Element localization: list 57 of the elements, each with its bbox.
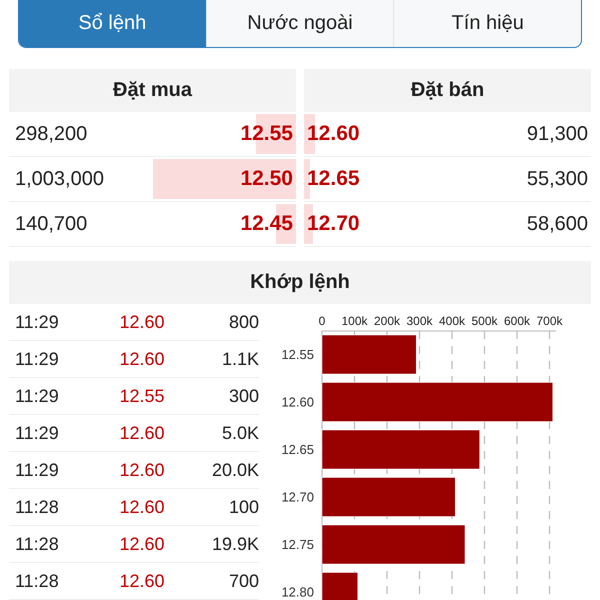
price-label: 12.65 (281, 442, 314, 457)
axis-tick-label: 0 (318, 314, 326, 328)
section-header: Khớp lệnh (9, 261, 591, 304)
ask-price: 12.65 (306, 167, 361, 191)
price-label: 12.70 (281, 490, 314, 504)
bid-volume: 1,003,000 (14, 168, 105, 190)
trade-volume: 700 (228, 570, 259, 592)
axis-tick-label: 100k (341, 314, 368, 328)
trade-price: 12.60 (118, 460, 166, 480)
trade-price: 12.60 (118, 348, 166, 370)
trade-price: 12.60 (118, 422, 166, 444)
price-label: 12.75 (281, 537, 314, 552)
ask-volume: 55,300 (526, 168, 589, 190)
trade-time: 11:29 (15, 312, 60, 332)
trade-price: 12.60 (118, 534, 166, 554)
trade-time: 11:28 (15, 496, 60, 518)
price-label: 12.60 (281, 394, 314, 410)
axis-tick-label: 200k (374, 314, 400, 328)
trade-volume: 20.0K (210, 460, 259, 480)
trade-volume: 19.9K (210, 534, 259, 554)
bid-volume: 298,200 (14, 122, 88, 146)
trade-time: 11:28 (15, 570, 60, 592)
column-header: Đặt bán (304, 69, 591, 112)
trade-price: 12.60 (118, 312, 166, 332)
volume-bar (322, 572, 358, 600)
tab[interactable]: Sổ lệnh (19, 0, 206, 47)
trade-time: 11:28 (15, 534, 60, 554)
trade-volume: 1.1K (220, 348, 259, 370)
trade-volume: 5.0K (220, 422, 259, 444)
axis-tick-label: 600k (504, 314, 530, 328)
bid-volume: 140,700 (14, 212, 88, 236)
trade-time: 11:29 (15, 386, 60, 406)
tab[interactable]: Nước ngoài (206, 0, 394, 47)
trade-price: 12.60 (118, 570, 166, 592)
ask-volume: 91,300 (526, 122, 589, 146)
trade-time: 11:29 (15, 348, 60, 370)
trade-time: 11:29 (15, 460, 60, 480)
trade-volume: 100 (228, 496, 259, 518)
trade-volume: 800 (228, 312, 259, 332)
price-label: 12.55 (281, 347, 314, 362)
price-label: 12.80 (281, 584, 314, 600)
ask-price: 12.70 (306, 212, 361, 236)
axis-tick-label: 500k (471, 314, 498, 328)
axis-tick-label: 700k (536, 314, 563, 328)
ask-price: 12.60 (306, 122, 361, 146)
column-header: Đặt mua (9, 69, 296, 112)
trade-volume: 300 (228, 386, 259, 406)
axis-tick-label: 400k (438, 314, 466, 328)
bid-price: 12.50 (239, 167, 294, 191)
ask-volume: 58,600 (526, 212, 589, 236)
trade-price: 12.60 (118, 496, 166, 518)
trade-time: 11:29 (15, 422, 60, 444)
trade-price: 12.55 (118, 386, 166, 406)
bid-price: 12.45 (239, 212, 294, 236)
axis-tick-label: 300k (406, 314, 433, 328)
bid-price: 12.55 (239, 122, 294, 146)
tab[interactable]: Tín hiệu (393, 0, 581, 47)
